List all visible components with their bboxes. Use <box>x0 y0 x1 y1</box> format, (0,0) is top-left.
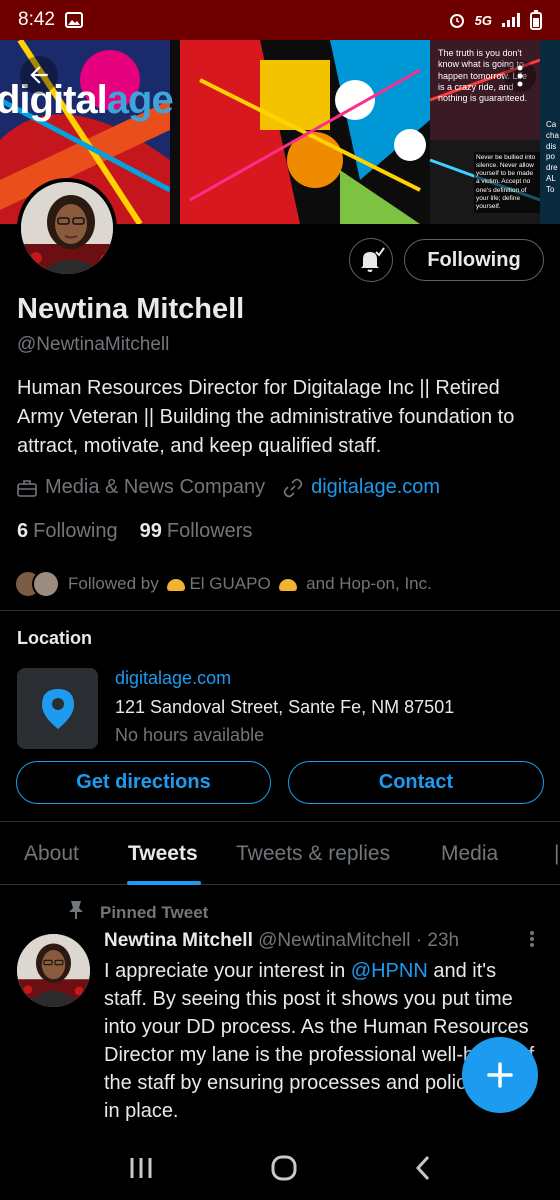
plus-icon <box>487 1062 513 1088</box>
tab-tweets[interactable]: Tweets <box>128 842 198 866</box>
map-pin-icon <box>41 688 74 729</box>
tab-about[interactable]: About <box>24 842 79 866</box>
avatar-photo <box>17 934 90 1007</box>
banner-side-text: Ca cha dis po dre AL To <box>544 118 560 198</box>
followed-by-prefix: Followed by <box>68 574 159 593</box>
back-arrow-icon <box>30 66 48 84</box>
location-title: Location <box>17 628 92 648</box>
following-count-link[interactable]: 6 Following <box>17 520 118 543</box>
taco-emoji-icon <box>279 578 298 591</box>
tweet-author-handle[interactable]: @NewtinaMitchell <box>258 930 410 951</box>
pinned-label-text: Pinned Tweet <box>100 902 209 922</box>
tab-likes-partial[interactable]: | <box>554 842 560 866</box>
avatar-photo <box>21 182 113 274</box>
tweet-more-button[interactable] <box>528 928 536 955</box>
active-tab-indicator <box>127 881 201 885</box>
briefcase-icon <box>17 479 37 497</box>
status-time: 8:42 <box>18 9 55 30</box>
profile-website-link[interactable]: digitalage.com <box>311 476 440 499</box>
signal-icon <box>502 13 520 27</box>
alarm-icon <box>449 14 464 28</box>
recents-button[interactable] <box>128 1156 154 1185</box>
following-button[interactable]: Following <box>404 239 544 281</box>
back-nav-button[interactable] <box>414 1155 432 1186</box>
followed-by-name: El GUAPO <box>189 574 271 593</box>
followers-count-link[interactable]: 99 Followers <box>140 520 253 543</box>
get-directions-button[interactable]: Get directions <box>16 761 271 804</box>
tweet-author-name[interactable]: Newtina Mitchell <box>104 930 253 951</box>
location-address: 121 Sandoval Street, Sante Fe, NM 87501 <box>115 697 455 717</box>
profile-avatar[interactable] <box>17 178 117 278</box>
recents-icon <box>130 1157 152 1178</box>
profile-category: Media & News Company <box>45 476 266 498</box>
more-vertical-icon <box>530 931 534 947</box>
tweet-time: · 23h <box>415 930 460 951</box>
logo-suffix: age <box>106 78 174 122</box>
following-count: 6 <box>17 520 29 542</box>
followers-label: Followers <box>166 520 253 542</box>
profile-name: Newtina Mitchell <box>17 293 245 325</box>
pin-icon <box>68 900 84 925</box>
following-label: Following <box>33 520 118 542</box>
followers-count: 99 <box>139 520 162 542</box>
tab-media[interactable]: Media <box>441 842 498 866</box>
compose-tweet-button[interactable] <box>462 1037 538 1113</box>
tweet-mention[interactable]: @HPNN <box>351 960 428 982</box>
followed-by-text: Followed by El GUAPO and Hop-on, Inc. <box>68 574 432 594</box>
profile-tabs: About Tweets Tweets & replies Media | <box>0 822 560 885</box>
more-options-button[interactable] <box>504 60 536 92</box>
follower-avatar <box>32 570 60 598</box>
profile-meta: Media & News Company digitalage.com <box>17 476 440 499</box>
bell-check-icon <box>361 247 385 272</box>
tab-tweets-replies[interactable]: Tweets & replies <box>236 842 390 866</box>
pinned-tweet-label: Pinned Tweet <box>68 900 208 925</box>
location-website-link[interactable]: digitalage.com <box>115 668 231 689</box>
location-hours: No hours available <box>115 725 265 745</box>
divider <box>0 610 560 611</box>
followed-by[interactable]: Followed by El GUAPO and Hop-on, Inc. <box>14 570 432 598</box>
back-button[interactable] <box>20 56 58 94</box>
battery-icon <box>530 10 542 30</box>
link-icon <box>283 478 303 498</box>
status-bar: 8:42 5G <box>0 0 560 40</box>
home-icon <box>271 1155 297 1180</box>
followed-by-joiner: and Hop-on, Inc. <box>306 574 432 593</box>
back-nav-icon <box>415 1155 430 1180</box>
banner-quote-small: Never be bullied into silence. Never all… <box>474 152 540 213</box>
profile-handle: @NewtinaMitchell <box>17 334 170 355</box>
notifications-toggle[interactable] <box>349 238 393 282</box>
follow-counts: 6 Following 99 Followers <box>17 520 252 543</box>
taco-emoji-icon <box>167 578 186 591</box>
home-button[interactable] <box>270 1154 298 1187</box>
network-type: 5G <box>474 12 492 28</box>
location-map-thumbnail[interactable] <box>17 668 98 749</box>
more-vertical-icon <box>517 65 523 87</box>
gallery-icon <box>64 12 83 28</box>
profile-bio: Human Resources Director for Digitalage … <box>17 377 515 457</box>
tweet-author-avatar[interactable] <box>17 934 90 1007</box>
system-nav-bar <box>0 1140 560 1200</box>
tweet-text-part: I appreciate your interest in <box>104 960 351 982</box>
contact-button[interactable]: Contact <box>288 761 544 804</box>
tweet-header: Newtina Mitchell @NewtinaMitchell · 23h <box>104 930 544 952</box>
